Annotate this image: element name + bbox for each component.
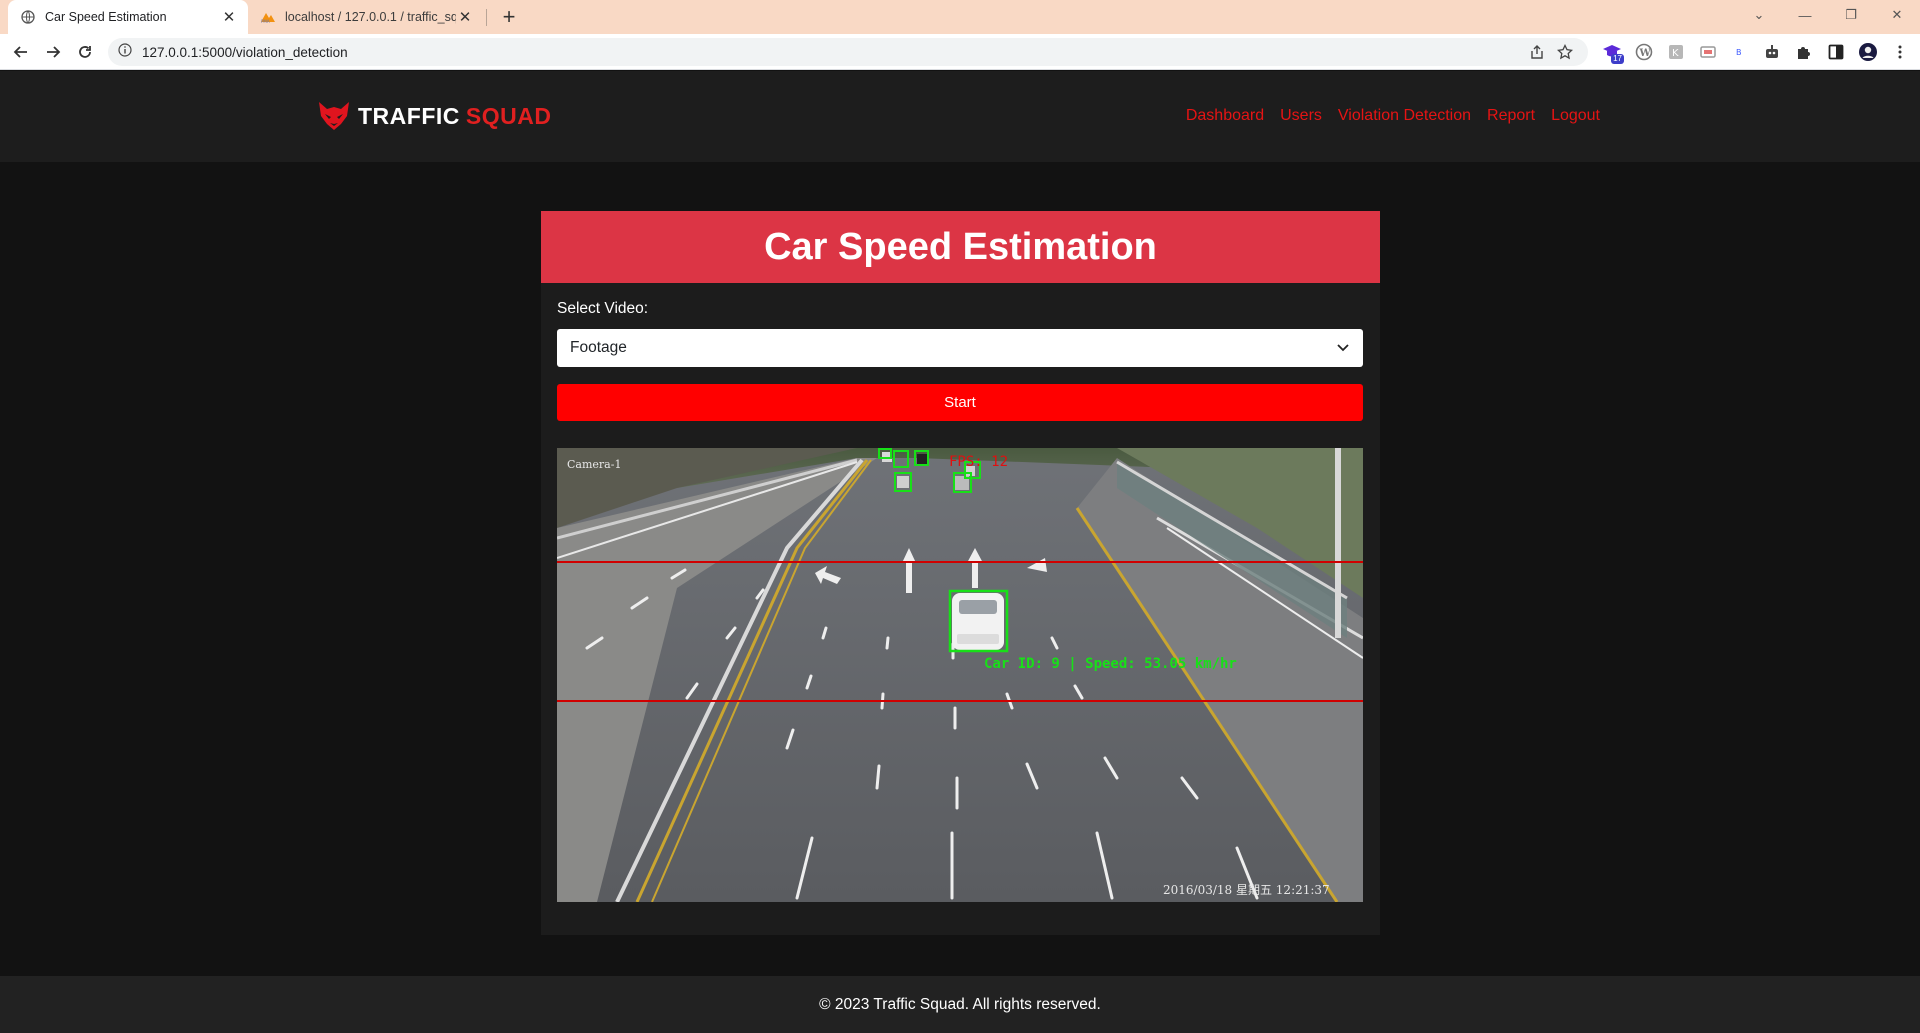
screen-extension-icon[interactable] [1696, 39, 1720, 65]
forward-icon[interactable] [40, 39, 66, 65]
tab-phpmyadmin[interactable]: PMA localhost / 127.0.0.1 / traffic_squa… [252, 0, 484, 34]
nav-dashboard[interactable]: Dashboard [1186, 107, 1264, 125]
tab-close-icon[interactable]: ✕ [456, 8, 474, 26]
svg-text:B: B [1736, 48, 1742, 57]
tab-separator [486, 9, 487, 26]
site-logo[interactable]: TRAFFIC SQUAD [316, 98, 551, 134]
share-icon[interactable] [1528, 43, 1546, 61]
video-stream: Camera-1 FPS: 12 Car ID: 9 | Speed: 53.0… [557, 448, 1363, 902]
site-header: TRAFFIC SQUAD Dashboard Users Violation … [0, 71, 1920, 162]
video-select[interactable]: Footage [557, 329, 1363, 367]
copyright-text: © 2023 Traffic Squad. All rights reserve… [819, 995, 1101, 1013]
svg-text:PMA: PMA [261, 19, 270, 24]
close-window-button[interactable]: ✕ [1874, 0, 1920, 30]
camera-label: Camera-1 [567, 458, 621, 471]
site-footer: © 2023 Traffic Squad. All rights reserve… [0, 976, 1920, 1033]
browser-menu-icon[interactable] [1888, 39, 1912, 65]
extensions-bar: 17 W K B [1600, 39, 1912, 65]
tab-close-icon[interactable]: ✕ [220, 8, 238, 26]
extension-badge: 17 [1611, 54, 1624, 64]
puzzle-icon[interactable] [1792, 39, 1816, 65]
graduation-cap-extension-icon[interactable]: 17 [1600, 39, 1624, 65]
nav-report[interactable]: Report [1487, 107, 1535, 125]
speed-estimation-card: Car Speed Estimation Select Video: Foota… [541, 211, 1380, 935]
wordpress-icon[interactable]: W [1632, 39, 1656, 65]
tab-title: Car Speed Estimation [45, 10, 167, 24]
nav-violation-detection[interactable]: Violation Detection [1338, 107, 1471, 125]
address-bar[interactable]: 127.0.0.1:5000/violation_detection [108, 38, 1588, 66]
window-controls: ⌄ — ❐ ✕ [1736, 0, 1920, 30]
browser-toolbar: 127.0.0.1:5000/violation_detection 17 W … [0, 34, 1920, 70]
select-video-label: Select Video: [557, 300, 649, 317]
k-extension-icon[interactable]: K [1664, 39, 1688, 65]
brand-name-first: TRAFFIC [358, 102, 460, 129]
nav-users[interactable]: Users [1280, 107, 1322, 125]
main-nav: Dashboard Users Violation Detection Repo… [1186, 107, 1600, 125]
globe-icon [20, 9, 36, 25]
start-button[interactable]: Start [557, 384, 1363, 421]
video-form: Select Video: Footage Start [557, 300, 1363, 421]
side-panel-icon[interactable] [1824, 39, 1848, 65]
reload-icon[interactable] [72, 39, 98, 65]
video-timestamp: 2016/03/18 星期五 12:21:37 [1163, 883, 1330, 897]
info-icon[interactable] [118, 42, 132, 62]
phpmyadmin-icon: PMA [260, 9, 276, 25]
new-tab-button[interactable]: + [496, 4, 522, 29]
back-icon[interactable] [8, 39, 34, 65]
tab-title: localhost / 127.0.0.1 / traffic_squad [285, 10, 456, 24]
traffic-camera-frame: Camera-1 FPS: 12 Car ID: 9 | Speed: 53.0… [557, 448, 1363, 902]
nav-logout[interactable]: Logout [1551, 107, 1600, 125]
tab-search-icon[interactable]: ⌄ [1736, 0, 1782, 30]
b-extension-icon[interactable]: B [1728, 39, 1752, 65]
tab-car-speed-estimation[interactable]: Car Speed Estimation ✕ [8, 0, 248, 34]
detection-label: Car ID: 9 | Speed: 53.05 km/hr [984, 656, 1237, 672]
robot-extension-icon[interactable] [1760, 39, 1784, 65]
url-text: 127.0.0.1:5000/violation_detection [142, 44, 348, 60]
profile-avatar-icon[interactable] [1856, 39, 1880, 65]
svg-text:W: W [1639, 48, 1652, 59]
chevron-down-icon [1337, 339, 1349, 357]
selected-video-value: Footage [570, 339, 627, 356]
restore-button[interactable]: ❐ [1828, 0, 1874, 30]
browser-tab-bar: Car Speed Estimation ✕ PMA localhost / 1… [0, 0, 1920, 34]
svg-text:K: K [1672, 48, 1679, 59]
bookmark-star-icon[interactable] [1556, 43, 1574, 61]
page-title: Car Speed Estimation [764, 225, 1157, 268]
fox-logo-icon [319, 102, 349, 130]
brand-name-second: SQUAD [465, 102, 552, 129]
minimize-button[interactable]: — [1782, 0, 1828, 30]
card-header: Car Speed Estimation [541, 211, 1380, 283]
fps-readout: FPS: 12 [949, 454, 1008, 470]
